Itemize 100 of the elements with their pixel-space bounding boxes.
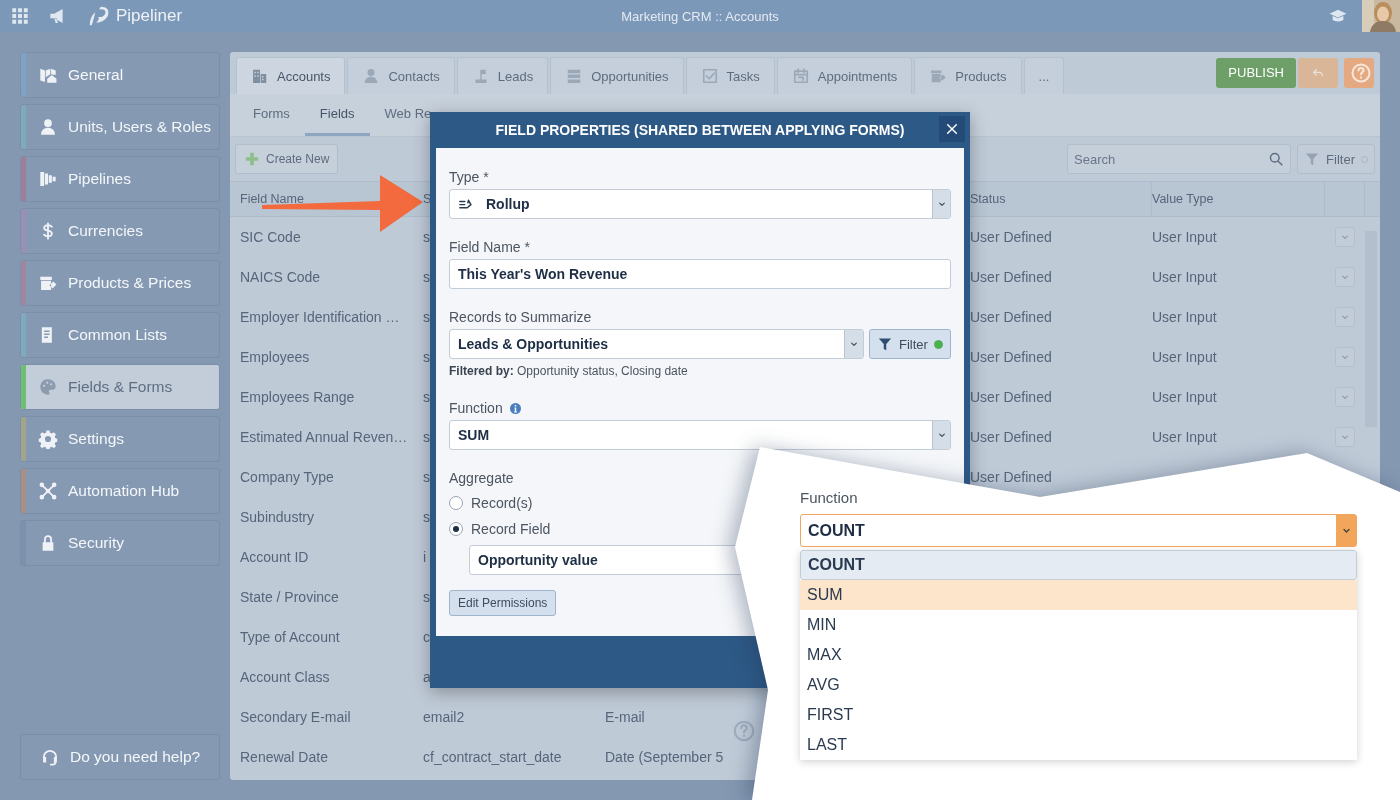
- palette-icon: [38, 377, 58, 397]
- tab[interactable]: Appointments: [776, 57, 913, 94]
- search-field[interactable]: Search: [1067, 144, 1292, 174]
- table-cell: User Defined: [970, 309, 1052, 325]
- create-new-button[interactable]: Create New: [235, 144, 339, 174]
- tab[interactable]: Accounts: [236, 57, 346, 94]
- row-menu-button[interactable]: [1335, 347, 1355, 367]
- field-label: Function: [800, 489, 859, 507]
- field-label: Field Name *: [449, 238, 531, 256]
- records-select[interactable]: Leads & Opportunities: [449, 329, 864, 359]
- box-icon: [929, 67, 948, 85]
- row-menu-button[interactable]: [1335, 267, 1355, 287]
- dropdown-option[interactable]: LAST: [800, 730, 1357, 760]
- sidebar-item[interactable]: Currencies: [20, 208, 220, 254]
- table-cell: User Input: [1152, 389, 1217, 405]
- type-select[interactable]: Rollup: [449, 189, 951, 219]
- info-icon: [508, 401, 522, 415]
- table-cell: Employees Range: [240, 389, 355, 405]
- table-cell: s: [423, 509, 430, 525]
- field-label: Aggregate: [449, 469, 515, 487]
- sidebar-item[interactable]: Automation Hub: [20, 468, 220, 514]
- sidebar-item[interactable]: Security: [20, 520, 220, 566]
- table-cell: c: [423, 629, 430, 645]
- user-icon: [38, 117, 58, 137]
- function-select[interactable]: COUNT: [800, 514, 1357, 547]
- tab[interactable]: ...: [1023, 57, 1065, 94]
- row-menu-button[interactable]: [1335, 427, 1355, 447]
- table-cell: Date (September 5: [605, 749, 724, 765]
- dropdown-option[interactable]: MIN: [800, 610, 1357, 640]
- filter-button[interactable]: Filter: [1297, 144, 1375, 174]
- settings-icon: [38, 429, 58, 449]
- sub-tab[interactable]: Forms: [238, 94, 305, 136]
- undo-button[interactable]: [1298, 57, 1338, 88]
- table-cell: Type of Account: [240, 629, 340, 645]
- dropdown-option[interactable]: MAX: [800, 640, 1357, 670]
- table-cell: User Input: [1152, 269, 1217, 285]
- window-title: Marketing CRM :: Accounts: [621, 8, 779, 24]
- close-icon: [944, 121, 960, 137]
- sidebar-item[interactable]: Units, Users & Roles: [20, 104, 220, 150]
- sub-tab[interactable]: Fields: [304, 94, 370, 136]
- table-cell: Account Class: [240, 669, 330, 685]
- help-icon: [732, 719, 756, 743]
- network-icon: [38, 481, 58, 501]
- help-link[interactable]: Do you need help?: [20, 734, 220, 780]
- table-cell: NAICS Code: [240, 269, 321, 285]
- tab[interactable]: Products: [914, 57, 1022, 94]
- sidebar-item[interactable]: Products & Prices: [20, 260, 220, 306]
- sidebar-item[interactable]: Pipelines: [20, 156, 220, 202]
- radio-label: Record Field: [471, 521, 551, 537]
- radio-label: Record(s): [471, 495, 533, 511]
- close-button[interactable]: [939, 116, 965, 142]
- publish-button[interactable]: PUBLISH: [1216, 57, 1296, 88]
- filter-summary: Filtered by: Opportunity status, Closing date: [449, 363, 689, 379]
- filter-button[interactable]: Filter: [869, 329, 951, 359]
- sidebar-item[interactable]: General: [20, 52, 220, 98]
- tab[interactable]: Leads: [456, 57, 549, 94]
- dropdown-option[interactable]: COUNT: [800, 550, 1357, 580]
- table-cell: User Input: [1152, 229, 1217, 245]
- dropdown-option[interactable]: SUM: [800, 580, 1357, 610]
- row-menu-button[interactable]: [1335, 387, 1355, 407]
- table-cell: Renewal Date: [240, 749, 328, 765]
- input-field[interactable]: This Year's Won Revenue: [449, 259, 951, 289]
- table-cell: User Defined: [970, 349, 1052, 365]
- tab[interactable]: Opportunities: [550, 57, 684, 94]
- table-cell: Employees: [240, 349, 310, 365]
- funnel-icon: [877, 336, 893, 352]
- radio-button[interactable]: [449, 496, 463, 510]
- dropdown-option[interactable]: AVG: [800, 670, 1357, 700]
- table-cell: User Defined: [970, 429, 1052, 445]
- table-cell: Estimated Annual Reven…: [240, 429, 408, 445]
- edit-permissions-button[interactable]: Edit Permissions: [449, 590, 557, 616]
- column-header: Value Type: [1152, 192, 1214, 206]
- field-label: Type *: [449, 168, 490, 186]
- table-cell: email2: [423, 709, 465, 725]
- sidebar-item[interactable]: Common Lists: [20, 312, 220, 358]
- table-cell: Secondary E-mail: [240, 709, 351, 725]
- radio-button[interactable]: [449, 522, 463, 536]
- table-cell: User Defined: [970, 389, 1052, 405]
- table-cell: State / Province: [240, 589, 339, 605]
- plus-icon: [244, 151, 260, 167]
- table-cell: User Input: [1152, 309, 1217, 325]
- table-cell: User Defined: [970, 469, 1052, 485]
- table-cell: cf_contract_start_date: [423, 749, 562, 765]
- sidebar-item[interactable]: Fields & Forms: [20, 364, 220, 410]
- row-menu-button[interactable]: [1335, 227, 1355, 247]
- app-name: Pipeliner: [116, 6, 183, 26]
- table-cell: SIC Code: [240, 229, 301, 245]
- sidebar-item[interactable]: Settings: [20, 416, 220, 462]
- table-cell: a: [423, 669, 431, 685]
- field-label: Function: [449, 399, 503, 417]
- row-menu-button[interactable]: [1335, 307, 1355, 327]
- funnel-icon: [1304, 151, 1321, 167]
- tab[interactable]: Contacts: [347, 57, 455, 94]
- function-select[interactable]: SUM: [449, 420, 951, 450]
- tab[interactable]: Tasks: [685, 57, 775, 94]
- table-cell: Employer Identification …: [240, 309, 400, 325]
- dropdown-option[interactable]: FIRST: [800, 700, 1357, 730]
- table-cell: User Input: [1152, 349, 1217, 365]
- help-icon: [1350, 61, 1372, 84]
- help-button[interactable]: [1344, 57, 1374, 88]
